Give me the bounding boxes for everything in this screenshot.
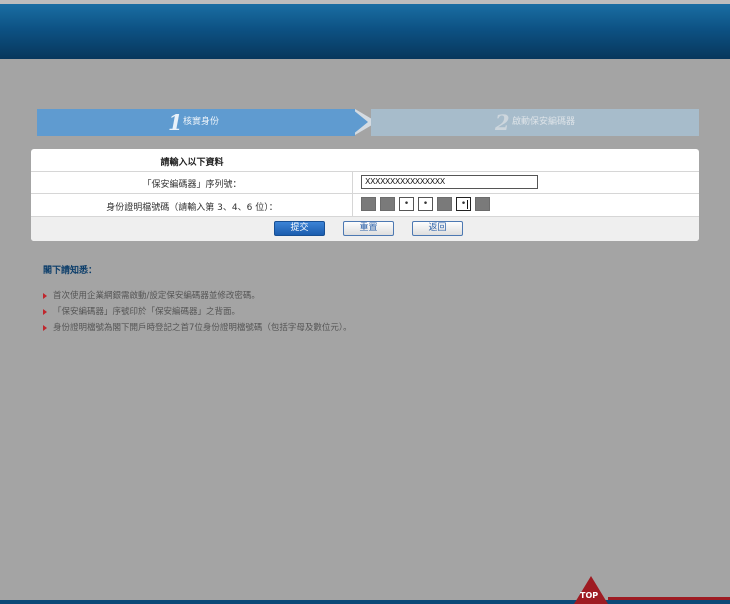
verification-form: 請輸入以下資料 「保安編碼器」序列號： XXXXXXXXXXXXXXXX 身份證… — [31, 149, 699, 241]
button-row: 提交 重置 返回 — [31, 217, 699, 241]
step-2-number: 2 — [495, 110, 510, 135]
notes-list: 首次使用企業網銀需啟動/設定保安編碼器並修改密碼。 「保安編碼器」序號印於「保安… — [43, 290, 352, 338]
note-text: 「保安編碼器」序號印於「保安編碼器」之背面。 — [53, 307, 241, 317]
list-item: 身份證明檔號為閣下開戶時登記之首7位身份證明檔號碼（包括字母及數位元）。 — [43, 322, 352, 338]
step-1-label: 核實身份 — [183, 117, 220, 127]
serial-label: 「保安編碼器」序列號： — [142, 180, 242, 190]
step-1-number: 1 — [168, 110, 183, 135]
back-button[interactable]: 返回 — [412, 221, 463, 236]
id-digit-5-masked — [437, 197, 452, 211]
id-label: 身份證明檔號碼（請輸入第 3、4、6 位）： — [106, 203, 278, 213]
progress-steps: 1 核實身份 2 啟動保安編碼器 — [37, 109, 699, 136]
bullet-icon — [43, 309, 47, 315]
list-item: 「保安編碼器」序號印於「保安編碼器」之背面。 — [43, 306, 352, 322]
list-item: 首次使用企業網銀需啟動/設定保安編碼器並修改密碼。 — [43, 290, 352, 306]
id-digit-4-input[interactable]: • — [418, 197, 433, 211]
step-1-active: 1 核實身份 — [37, 109, 355, 136]
id-digit-3-input[interactable]: • — [399, 197, 414, 211]
header-banner — [0, 4, 730, 59]
note-text: 身份證明檔號為閣下開戶時登記之首7位身份證明檔號碼（包括字母及數位元）。 — [53, 323, 352, 333]
note-text: 首次使用企業網銀需啟動/設定保安編碼器並修改密碼。 — [53, 291, 260, 301]
serial-row: 「保安編碼器」序列號： XXXXXXXXXXXXXXXX — [31, 172, 699, 194]
id-digit-1-masked — [361, 197, 376, 211]
id-digit-6-value: • — [460, 199, 467, 209]
footer-bar — [0, 600, 730, 604]
id-digit-2-masked — [380, 197, 395, 211]
reset-button[interactable]: 重置 — [343, 221, 394, 236]
notes-title: 閣下請知悉： — [43, 266, 98, 276]
id-digit-7-masked — [475, 197, 490, 211]
submit-button[interactable]: 提交 — [274, 221, 325, 236]
id-digit-6-input[interactable]: • — [456, 197, 471, 211]
column-divider — [352, 172, 353, 216]
serial-input[interactable]: XXXXXXXXXXXXXXXX — [361, 175, 538, 189]
bullet-icon — [43, 293, 47, 299]
bullet-icon — [43, 325, 47, 331]
step-2-label: 啟動保安編碼器 — [512, 117, 576, 127]
step-2-inactive: 2 啟動保安編碼器 — [371, 109, 699, 136]
back-to-top-label[interactable]: TOP — [580, 591, 598, 601]
step-arrow-icon — [352, 109, 368, 135]
text-caret — [467, 200, 468, 209]
form-title-row: 請輸入以下資料 — [31, 149, 699, 172]
id-row: 身份證明檔號碼（請輸入第 3、4、6 位）： • • • — [31, 194, 699, 217]
form-title: 請輸入以下資料 — [160, 158, 224, 168]
